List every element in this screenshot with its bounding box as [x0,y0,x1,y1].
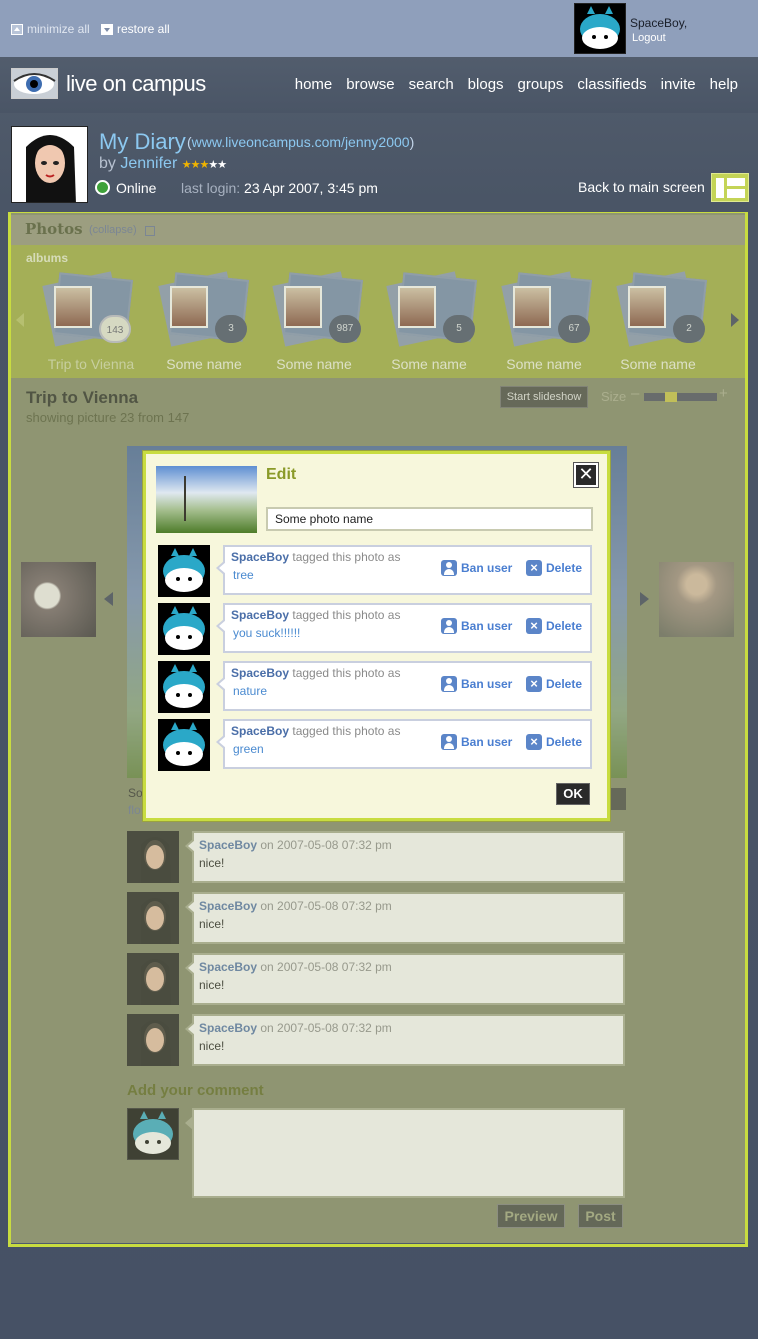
tag-value[interactable]: green [233,742,264,756]
delete-icon: × [526,618,542,634]
restore-icon [101,23,113,35]
user-icon [441,734,457,750]
tag-item: SpaceBoy tagged this photo as you suck!!… [158,603,592,655]
minimize-all-button[interactable]: minimize all [11,22,90,36]
tag-bubble: SpaceBoy tagged this photo as you suck!!… [216,603,592,653]
top-bar: minimize all restore all SpaceBoy, Logou… [0,0,758,57]
online-status: Online [116,180,157,196]
tag-value[interactable]: tree [233,568,254,582]
back-to-main-link[interactable]: Back to main screen [578,179,705,195]
nav-link-blogs[interactable]: blogs [468,76,504,93]
tag-bubble: SpaceBoy tagged this photo as tree Ban u… [216,545,592,595]
delete-icon: × [526,560,542,576]
delete-icon: × [526,676,542,692]
eye-logo-icon[interactable] [11,68,58,99]
user-icon [441,618,457,634]
dialog-title: Edit [266,466,297,483]
delete-icon: × [526,734,542,750]
tagger-avatar[interactable] [158,661,210,713]
main-nav: live on campus home browse search blogs … [0,57,758,113]
user-avatar[interactable] [574,3,626,54]
online-status-icon [95,180,110,195]
ban-user-button[interactable]: Ban user [441,618,512,634]
tag-value[interactable]: you suck!!!!!! [233,626,300,640]
site-logo-text[interactable]: live on campus [66,71,206,97]
nav-link-browse[interactable]: browse [346,76,394,93]
nav-link-invite[interactable]: invite [661,76,696,93]
photo-name-input[interactable] [266,507,593,531]
tag-item: SpaceBoy tagged this photo as nature Ban… [158,661,592,713]
rating-stars: ★★★★★ [181,159,227,171]
tag-bubble: SpaceBoy tagged this photo as nature Ban… [216,661,592,711]
ban-user-button[interactable]: Ban user [441,676,512,692]
tagger-avatar[interactable] [158,603,210,655]
last-login: last login: 23 Apr 2007, 3:45 pm [181,180,378,196]
restore-all-label: restore all [117,22,170,36]
edit-photo-thumbnail [156,466,257,533]
tagger-link[interactable]: SpaceBoy [231,608,289,622]
logout-link[interactable]: Logout [632,32,666,44]
nav-link-search[interactable]: search [409,76,454,93]
user-icon [441,676,457,692]
tag-value[interactable]: nature [233,684,267,698]
tagger-avatar[interactable] [158,719,210,771]
tag-item: SpaceBoy tagged this photo as green Ban … [158,719,592,771]
ok-button[interactable]: OK [556,783,590,805]
tagger-avatar[interactable] [158,545,210,597]
nav-link-classifieds[interactable]: classifieds [577,76,646,93]
tag-bubble: SpaceBoy tagged this photo as green Ban … [216,719,592,769]
delete-tag-button[interactable]: × Delete [526,676,582,692]
tag-item: SpaceBoy tagged this photo as tree Ban u… [158,545,592,597]
author-link[interactable]: Jennifer [120,155,177,172]
ban-user-button[interactable]: Ban user [441,560,512,576]
tagger-link[interactable]: SpaceBoy [231,550,289,564]
delete-tag-button[interactable]: × Delete [526,560,582,576]
nav-links: home browse search blogs groups classifi… [295,76,738,93]
restore-all-button[interactable]: restore all [101,22,170,36]
nav-link-groups[interactable]: groups [518,76,564,93]
mascot-icon [575,4,625,53]
tagger-link[interactable]: SpaceBoy [231,666,289,680]
nav-link-help[interactable]: help [710,76,738,93]
user-icon [441,560,457,576]
author-line: by Jennifer ★★★★★ [99,155,227,172]
delete-tag-button[interactable]: × Delete [526,618,582,634]
ban-user-button[interactable]: Ban user [441,734,512,750]
delete-tag-button[interactable]: × Delete [526,734,582,750]
profile-avatar[interactable] [11,126,88,203]
current-user-name: SpaceBoy, [630,16,688,30]
minimize-icon [11,23,23,35]
minimize-all-label: minimize all [27,22,90,36]
diary-url[interactable]: (www.liveoncampus.com/jenny2000) [187,134,414,150]
diary-title[interactable]: My Diary [99,129,186,155]
tagger-link[interactable]: SpaceBoy [231,724,289,738]
nav-link-home[interactable]: home [295,76,333,93]
layout-grid-icon[interactable] [711,173,749,202]
close-icon[interactable]: ✕ [574,463,598,487]
